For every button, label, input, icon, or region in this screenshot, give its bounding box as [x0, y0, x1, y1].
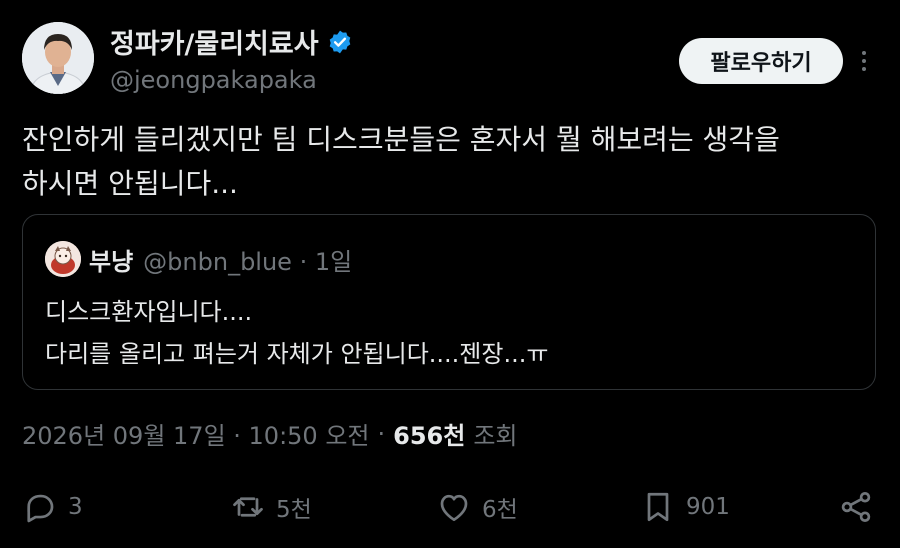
action-bar: 3 5천 6천 901 [22, 482, 878, 532]
bookmark-count: 901 [686, 494, 730, 520]
quoted-header: 부냥 @bnbn_blue · 1일 [89, 241, 352, 277]
views-count[interactable]: 656천 [393, 416, 465, 451]
more-options-icon[interactable] [852, 46, 876, 76]
reply-button[interactable]: 3 [22, 482, 83, 532]
quoted-display-name[interactable]: 부냥 [89, 242, 133, 277]
timestamp[interactable]: 2026년 09월 17일 · 10:50 오전 [22, 416, 370, 451]
quoted-text: 디스크환자입니다.... 다리를 올리고 펴는거 자체가 안됩니다....젠장.… [45, 291, 865, 375]
tweet-text-line: 잔인하게 들리겠지만 팀 디스크분들은 혼자서 뭘 해보려는 생각을 [22, 123, 780, 156]
views-label: 조회 [473, 422, 518, 450]
author-avatar[interactable] [22, 22, 94, 94]
author-avatar-image [22, 22, 94, 94]
follow-button[interactable]: 팔로우하기 [679, 38, 843, 84]
like-button[interactable]: 6천 [436, 482, 518, 532]
reply-icon [27, 494, 54, 523]
quoted-tweet[interactable]: 부냥 @bnbn_blue · 1일 디스크환자입니다.... 다리를 올리고 … [22, 214, 876, 390]
author-handle[interactable]: @jeongpakapaka [110, 66, 317, 94]
quoted-avatar-image [45, 241, 81, 277]
retweet-count: 5천 [276, 497, 312, 523]
author-name[interactable]: 정파카/물리치료사 [110, 22, 353, 61]
reply-count: 3 [68, 494, 83, 520]
retweet-button[interactable]: 5천 [230, 482, 312, 532]
quoted-avatar[interactable] [45, 241, 81, 277]
bookmark-button[interactable]: 901 [640, 482, 730, 532]
meta-separator: · [377, 419, 386, 448]
bookmark-icon [647, 492, 669, 522]
quoted-handle[interactable]: @bnbn_blue · 1일 [143, 242, 352, 277]
quoted-text-line: 다리를 올리고 펴는거 자체가 안됩니다....젠장...ㅠ [45, 340, 549, 368]
tweet-meta: 2026년 09월 17일 · 10:50 오전 · 656천 조회 [22, 416, 518, 451]
heart-icon [440, 494, 468, 522]
verified-badge-icon [329, 30, 350, 53]
share-icon [841, 492, 871, 522]
like-count: 6천 [482, 497, 518, 523]
share-button[interactable] [838, 482, 874, 532]
quoted-text-line: 디스크환자입니다.... [45, 298, 253, 326]
author-display-name[interactable]: 정파카/물리치료사 [110, 22, 319, 61]
tweet-text: 잔인하게 들리겠지만 팀 디스크분들은 혼자서 뭘 해보려는 생각을 하시면 안… [22, 118, 882, 206]
tweet-text-line: 하시면 안됩니다... [22, 167, 238, 200]
retweet-icon [233, 497, 263, 517]
